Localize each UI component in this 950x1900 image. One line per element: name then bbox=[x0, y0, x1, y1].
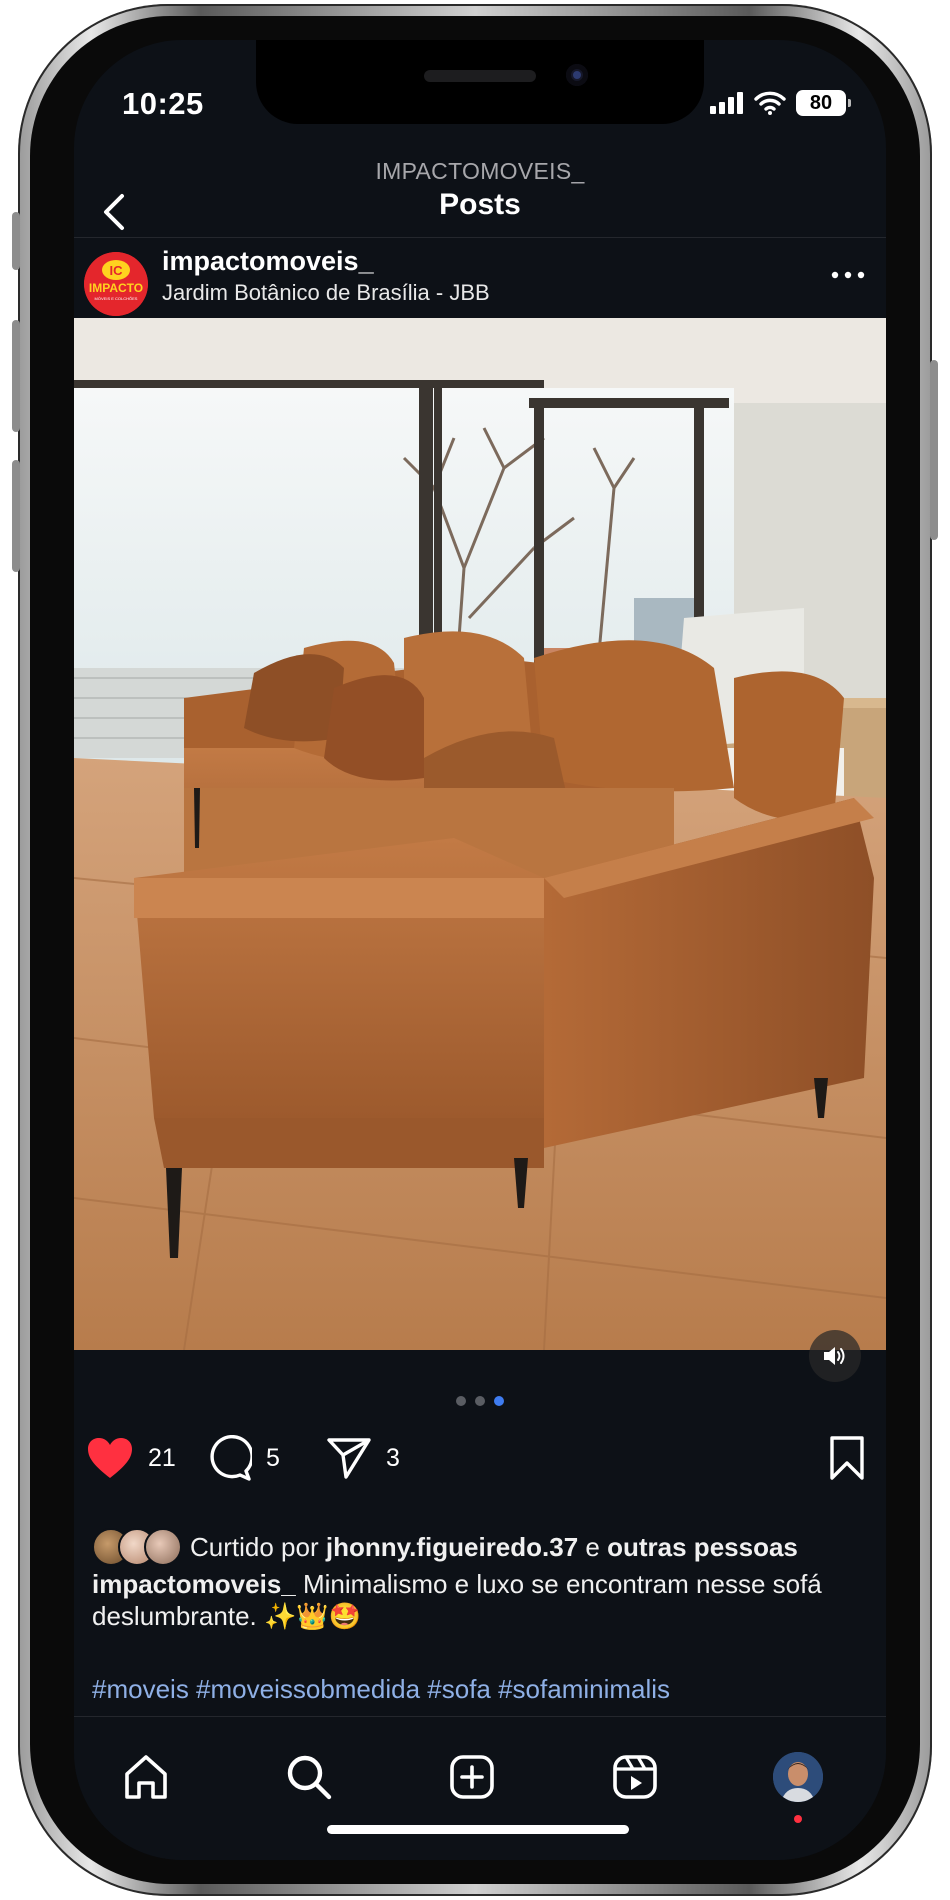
post-author-username[interactable]: impactomoveis_ bbox=[162, 246, 374, 277]
svg-text:IMPACTO: IMPACTO bbox=[89, 281, 143, 295]
bottom-navigation bbox=[74, 1716, 886, 1860]
notification-dot bbox=[794, 1815, 802, 1823]
volume-down-button bbox=[12, 460, 20, 572]
share-count: 3 bbox=[386, 1443, 400, 1472]
volume-up-button bbox=[12, 320, 20, 432]
notch bbox=[256, 40, 704, 124]
nav-home[interactable] bbox=[114, 1747, 178, 1807]
page-title: Posts bbox=[439, 188, 521, 221]
nav-search[interactable] bbox=[277, 1747, 341, 1807]
reels-icon bbox=[613, 1755, 657, 1799]
carousel-indicator bbox=[74, 1396, 886, 1406]
home-indicator[interactable] bbox=[327, 1825, 629, 1834]
post-location[interactable]: Jardim Botânico de Brasília - JBB bbox=[162, 280, 490, 306]
sofa-photo bbox=[74, 318, 886, 1350]
post-actions: 21 5 3 bbox=[86, 1432, 874, 1488]
screen: 10:25 80 IMPACTOMOVEIS_ Posts IC IMPACTO… bbox=[74, 40, 886, 1860]
liked-by-connector: e bbox=[585, 1531, 600, 1562]
send-icon bbox=[327, 1438, 371, 1479]
carousel-dot bbox=[475, 1396, 485, 1406]
post-caption: impactomoveis_ Minimalismo e luxo se enc… bbox=[92, 1568, 856, 1632]
status-time: 10:25 bbox=[122, 86, 204, 121]
heart-icon bbox=[88, 1438, 132, 1478]
profile-avatar bbox=[773, 1752, 823, 1802]
create-post-icon bbox=[450, 1755, 494, 1799]
wifi-icon bbox=[754, 91, 786, 115]
nav-create[interactable] bbox=[440, 1747, 504, 1807]
carousel-dot-active bbox=[494, 1396, 504, 1406]
comment-count: 5 bbox=[266, 1443, 280, 1472]
author-avatar[interactable]: IC IMPACTO MÓVEIS E COLCHÕES bbox=[84, 252, 148, 316]
liked-by-row[interactable]: Curtido por jhonny.figueiredo.37 e outra… bbox=[92, 1528, 798, 1566]
like-button[interactable]: 21 bbox=[86, 1432, 176, 1484]
audio-toggle-button[interactable] bbox=[809, 1330, 861, 1382]
share-button[interactable]: 3 bbox=[326, 1432, 400, 1484]
header-divider bbox=[74, 237, 886, 238]
svg-text:IC: IC bbox=[110, 263, 124, 278]
comment-button[interactable]: 5 bbox=[206, 1432, 280, 1484]
liked-by-prefix: Curtido por bbox=[190, 1531, 319, 1562]
liked-by-user[interactable]: jhonny.figueiredo.37 bbox=[326, 1532, 578, 1562]
nav-reels[interactable] bbox=[603, 1747, 667, 1807]
save-button[interactable] bbox=[828, 1432, 866, 1484]
liked-by-text: Curtido por jhonny.figueiredo.37 e outra… bbox=[190, 1532, 798, 1563]
power-button bbox=[930, 360, 938, 540]
like-count: 21 bbox=[148, 1443, 176, 1472]
bookmark-icon bbox=[830, 1436, 864, 1480]
more-options-icon[interactable] bbox=[830, 268, 866, 282]
status-icons: 80 bbox=[710, 90, 851, 116]
home-icon bbox=[125, 1755, 167, 1799]
carousel-dot bbox=[456, 1396, 466, 1406]
battery-indicator: 80 bbox=[796, 90, 851, 116]
svg-text:MÓVEIS E COLCHÕES: MÓVEIS E COLCHÕES bbox=[95, 296, 138, 301]
caption-author[interactable]: impactomoveis_ bbox=[92, 1569, 296, 1599]
liked-by-others[interactable]: outras pessoas bbox=[607, 1532, 798, 1562]
header-username: IMPACTOMOVEIS_ bbox=[375, 158, 585, 184]
impacto-logo: IC IMPACTO MÓVEIS E COLCHÕES bbox=[84, 252, 148, 316]
search-icon bbox=[287, 1755, 332, 1800]
earpiece-speaker bbox=[424, 70, 536, 82]
mute-switch bbox=[12, 212, 20, 270]
liker-avatar bbox=[144, 1528, 182, 1566]
cellular-signal-icon bbox=[710, 92, 743, 114]
post-image[interactable] bbox=[74, 318, 886, 1350]
comment-icon bbox=[210, 1435, 252, 1481]
nav-profile[interactable] bbox=[766, 1747, 830, 1823]
speaker-icon bbox=[824, 1347, 845, 1365]
caption-hashtags[interactable]: #moveis #moveissobmedida #sofa #sofamini… bbox=[92, 1674, 866, 1705]
front-camera bbox=[566, 64, 588, 86]
